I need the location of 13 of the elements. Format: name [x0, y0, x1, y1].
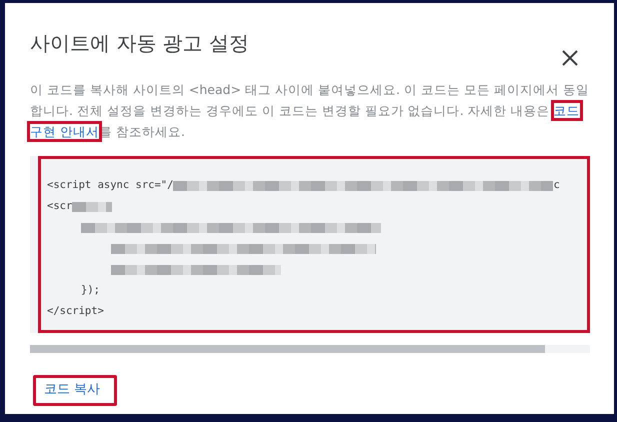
guide-link[interactable]: 코드	[554, 103, 580, 118]
code-text: c	[553, 178, 560, 193]
code-text: });	[81, 282, 100, 298]
close-icon	[562, 50, 578, 66]
code-text: <script async src="/	[47, 178, 174, 193]
copy-code-button[interactable]: 코드 복사	[33, 375, 118, 406]
guide-link[interactable]: 구현 안내서	[30, 124, 99, 139]
dialog-title: 사이트에 자동 광고 설정	[30, 31, 250, 55]
code-text: </script>	[47, 304, 104, 319]
code-text: <scr	[47, 198, 72, 214]
blurred-code	[72, 202, 112, 212]
horizontal-scrollbar[interactable]	[30, 345, 590, 353]
close-button[interactable]	[560, 48, 580, 68]
